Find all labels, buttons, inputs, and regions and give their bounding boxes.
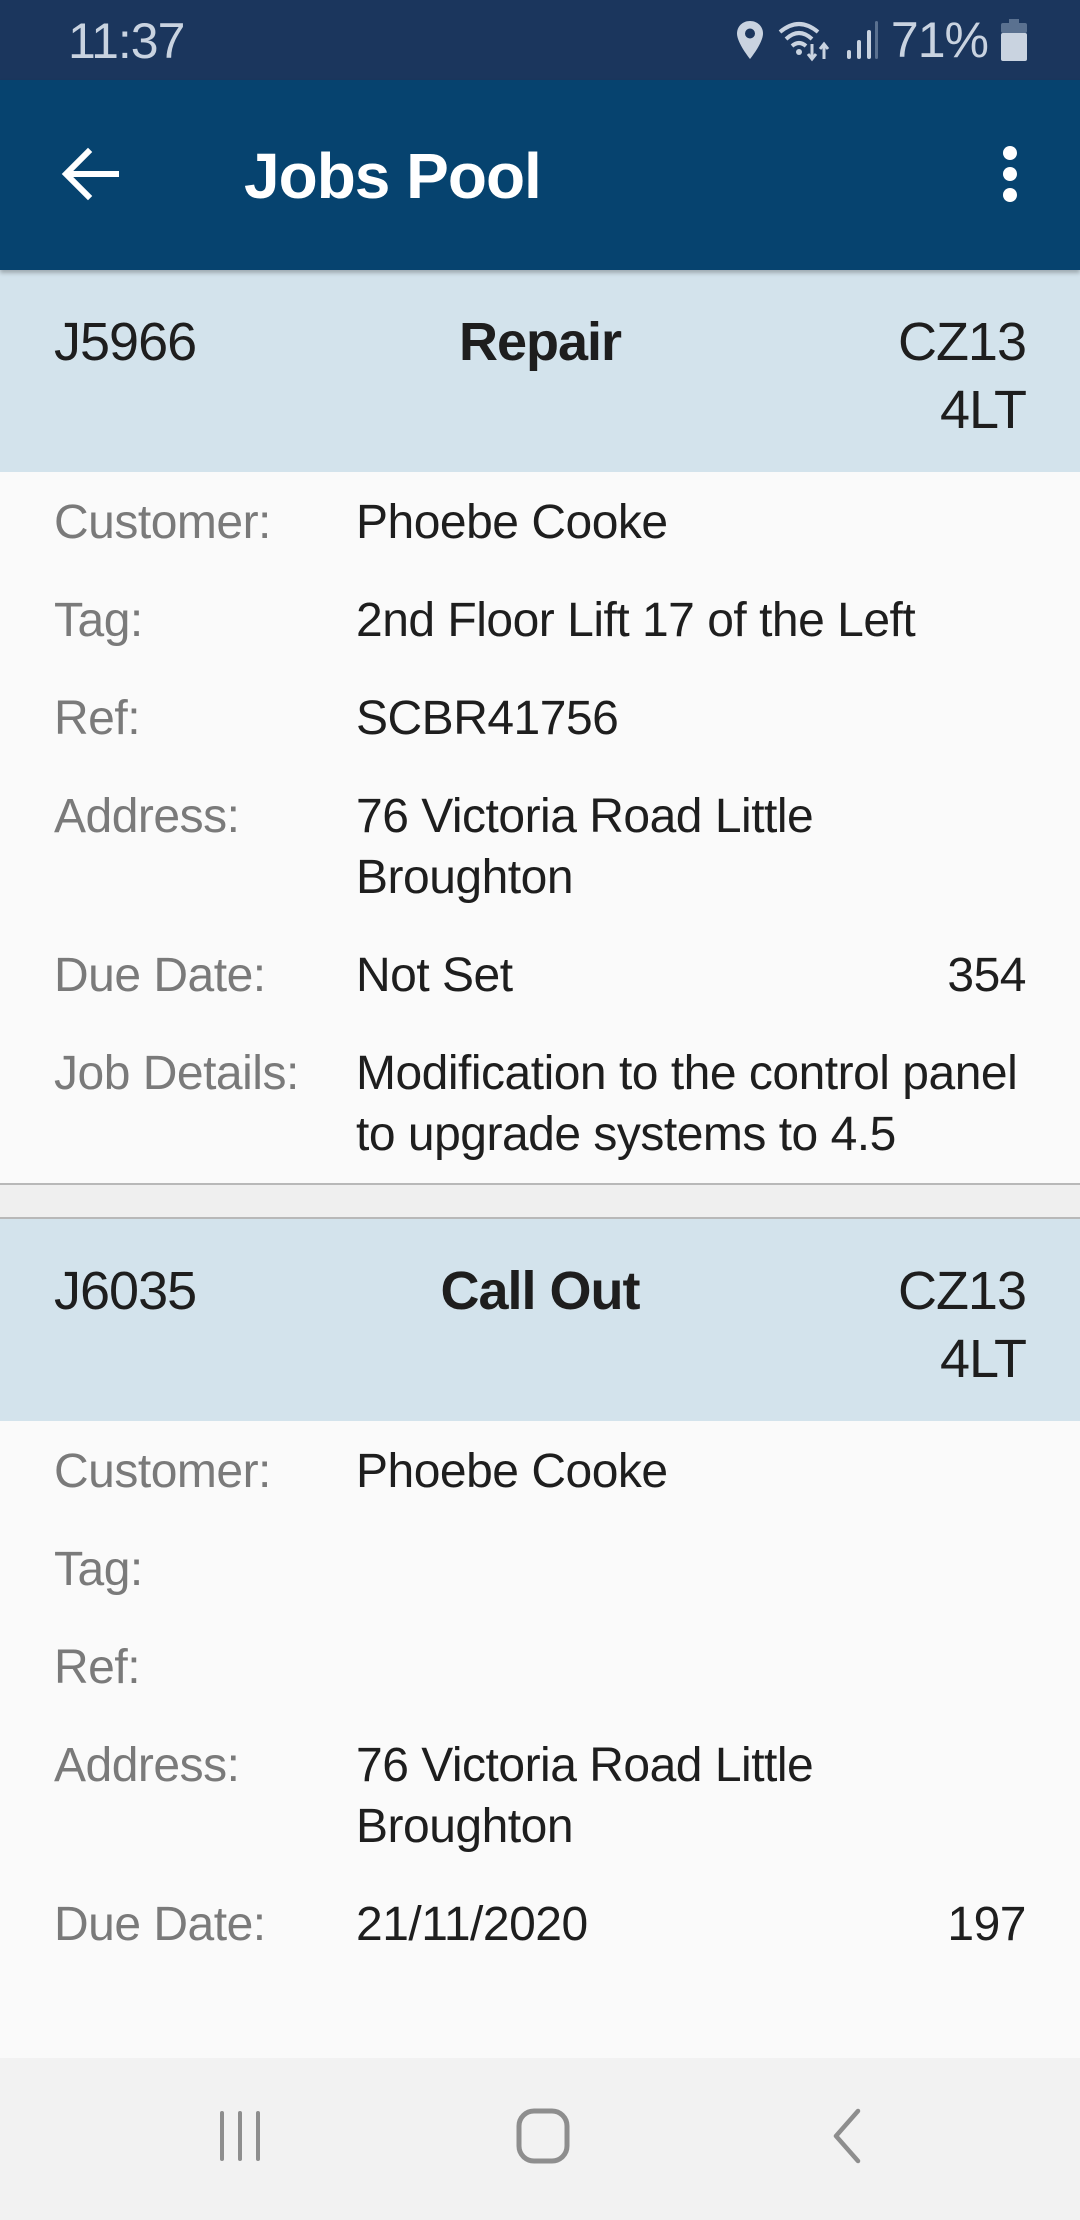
address-row: Address: 76 Victoria Road Little Brought… xyxy=(54,1735,1026,1857)
battery-icon xyxy=(1000,19,1028,61)
tag-value: 2nd Floor Lift 17 of the Left xyxy=(356,594,916,647)
status-time: 11:37 xyxy=(68,13,185,69)
due-date-label: Due Date: xyxy=(54,1898,266,1951)
job-postcode: CZ13 4LT xyxy=(897,1261,1027,1389)
due-date-label: Due Date: xyxy=(54,949,266,1002)
job-details-row: Job Details: Modification to the control… xyxy=(54,1043,1026,1165)
due-date-value: Not Set xyxy=(356,949,513,1002)
job-details-label: Job Details: xyxy=(54,1047,299,1100)
job-list: J5966 Repair CZ13 4LT Customer: Phoebe C… xyxy=(0,270,1080,1973)
ref-value: SCBR41756 xyxy=(356,692,619,745)
tag-value xyxy=(356,1539,1026,1600)
customer-label: Customer: xyxy=(54,496,271,549)
address-label: Address: xyxy=(54,1739,240,1792)
status-bar: 11:37 71% xyxy=(0,0,1080,80)
job-card-header: J6035 Call Out CZ13 4LT xyxy=(0,1219,1080,1421)
tag-label: Tag: xyxy=(54,594,143,647)
card-separator xyxy=(0,1183,1080,1219)
job-count: 354 xyxy=(947,949,1026,1002)
due-date-row: Due Date: 21/11/2020 197 xyxy=(54,1894,1026,1955)
more-vert-icon xyxy=(1000,144,1020,209)
job-card-header: J5966 Repair CZ13 4LT xyxy=(0,270,1080,472)
home-icon xyxy=(515,2107,571,2170)
system-nav-bar xyxy=(0,2058,1080,2220)
battery-percent: 71% xyxy=(890,12,989,68)
overflow-menu-button[interactable] xyxy=(970,136,1050,216)
back-icon xyxy=(826,2108,866,2169)
job-postcode: CZ13 4LT xyxy=(897,312,1027,440)
ref-row: Ref: SCBR41756 xyxy=(54,688,1026,749)
customer-value: Phoebe Cooke xyxy=(356,496,668,549)
signal-icon xyxy=(845,20,879,60)
tag-label: Tag: xyxy=(54,1543,143,1596)
status-icons: 71% xyxy=(735,12,1028,68)
job-card-body: Customer: Phoebe Cooke Tag: 2nd Floor Li… xyxy=(0,472,1080,1183)
recents-icon xyxy=(215,2109,265,2168)
customer-row: Customer: Phoebe Cooke xyxy=(54,1441,1026,1502)
job-card[interactable]: J5966 Repair CZ13 4LT Customer: Phoebe C… xyxy=(0,270,1080,1183)
ref-row: Ref: xyxy=(54,1637,1026,1698)
tag-row: Tag: xyxy=(54,1539,1026,1600)
job-details-value: Modification to the control panel to upg… xyxy=(356,1047,1018,1161)
address-value: 76 Victoria Road Little Broughton xyxy=(356,1739,814,1853)
tag-row: Tag: 2nd Floor Lift 17 of the Left xyxy=(54,590,1026,651)
home-button[interactable] xyxy=(493,2098,593,2178)
address-row: Address: 76 Victoria Road Little Brought… xyxy=(54,786,1026,908)
back-button[interactable] xyxy=(50,136,130,216)
ref-value xyxy=(356,1637,1026,1698)
app-bar: Jobs Pool xyxy=(0,80,1080,270)
due-date-value: 21/11/2020 xyxy=(356,1898,588,1951)
address-label: Address: xyxy=(54,790,240,843)
customer-label: Customer: xyxy=(54,1445,271,1498)
recents-button[interactable] xyxy=(190,2098,290,2178)
system-back-button[interactable] xyxy=(796,2098,896,2178)
job-count: 197 xyxy=(947,1898,1026,1951)
ref-label: Ref: xyxy=(54,1641,141,1694)
customer-value: Phoebe Cooke xyxy=(356,1445,668,1498)
customer-row: Customer: Phoebe Cooke xyxy=(54,492,1026,553)
wifi-icon xyxy=(777,18,833,62)
job-card-body: Customer: Phoebe Cooke Tag: Ref: Address… xyxy=(0,1421,1080,1973)
arrow-left-icon xyxy=(60,146,120,207)
due-date-row: Due Date: Not Set 354 xyxy=(54,945,1026,1006)
address-value: 76 Victoria Road Little Broughton xyxy=(356,790,814,904)
page-title: Jobs Pool xyxy=(244,140,542,212)
location-icon xyxy=(735,20,765,60)
job-card[interactable]: J6035 Call Out CZ13 4LT Customer: Phoebe… xyxy=(0,1219,1080,1973)
ref-label: Ref: xyxy=(54,692,141,745)
